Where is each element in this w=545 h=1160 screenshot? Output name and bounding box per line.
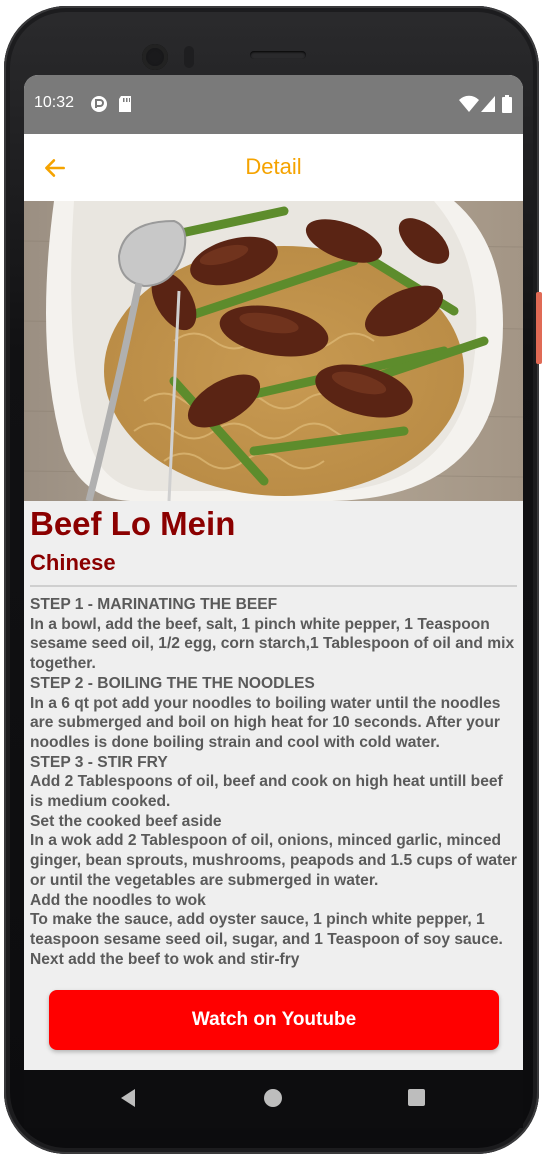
system-navigation-bar [24, 1070, 523, 1128]
cell-signal-icon [481, 96, 495, 112]
earpiece-speaker [250, 51, 306, 59]
front-camera [142, 44, 168, 70]
recipe-title: Beef Lo Mein [30, 505, 236, 542]
wifi-icon [459, 95, 479, 112]
status-time: 10:32 [34, 94, 75, 111]
recipe-image [24, 201, 523, 501]
nav-recents-icon[interactable] [408, 1089, 425, 1106]
power-button[interactable] [536, 292, 542, 364]
app-bar: Detail [24, 134, 523, 201]
notification-app-icon [91, 96, 107, 112]
sd-card-icon [119, 96, 131, 112]
app-screen: 10:32 Detail Beef Lo Mein Chinese STEP 1… [24, 75, 523, 1070]
nav-home-icon[interactable] [264, 1089, 282, 1107]
page-title: Detail [245, 154, 302, 179]
status-bar: 10:32 [24, 75, 523, 134]
recipe-instructions: STEP 1 - MARINATING THE BEEF In a bowl, … [30, 596, 517, 968]
proximity-sensor [184, 46, 194, 68]
divider [30, 585, 517, 587]
recipe-cuisine: Chinese [30, 550, 116, 575]
battery-icon [502, 95, 512, 113]
watch-on-youtube-button[interactable]: Watch on Youtube [49, 990, 499, 1050]
nav-back-icon[interactable] [119, 1088, 137, 1108]
